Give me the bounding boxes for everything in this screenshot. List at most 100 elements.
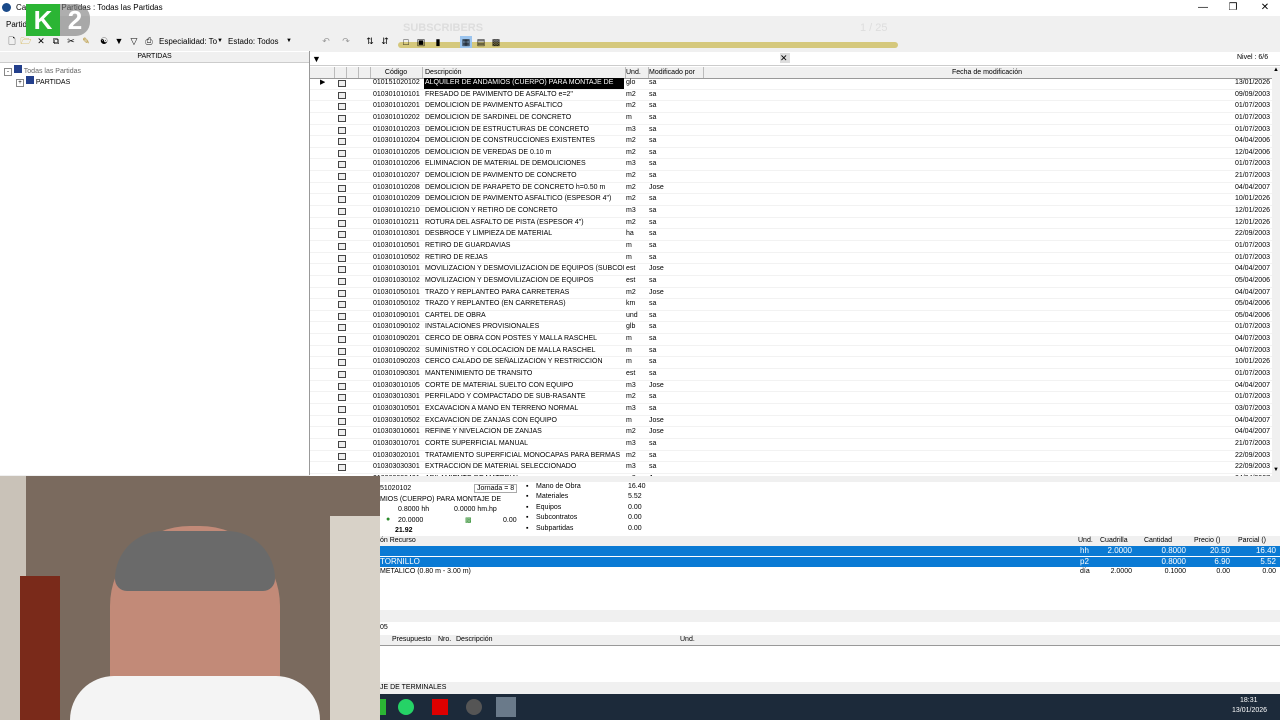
scroll-down-icon[interactable]: ▼ (1273, 467, 1279, 473)
restore-icon[interactable]: ❐ (1218, 1, 1248, 14)
recurso-row[interactable]: METALICO (0.80 m - 3.00 m) día 2.0000 0.100… (380, 567, 1280, 577)
filter-clear-icon[interactable]: ✕ (780, 53, 790, 63)
table-row[interactable]: ▶ 010151020102 ALQUILER DE ANDAMIOS (CUERP… (310, 78, 1272, 90)
col-und[interactable]: Und. (680, 636, 695, 643)
table-row[interactable]: 010303010105 CORTE DE MATERIAL SUELTO CON… (310, 381, 1272, 393)
copy-icon[interactable]: ⧉ (50, 35, 62, 47)
filter-icon[interactable]: ▼ (312, 54, 321, 64)
table-row[interactable]: 010301010210 DEMOLICION Y RETIRO DE CONCR… (310, 206, 1272, 218)
recurso-col-cuadrilla[interactable]: Cuadrilla (1100, 537, 1128, 544)
toolbar-icon[interactable]: ▤ (475, 36, 487, 48)
table-row[interactable]: 010301090201 CERCO DE OBRA CON POSTES Y M… (310, 334, 1272, 346)
undo-icon[interactable]: ↶ (320, 35, 332, 47)
collapse-icon[interactable]: - (4, 68, 12, 76)
header-fecha[interactable]: Fecha de modificación (702, 67, 1273, 78)
chevron-down-icon[interactable]: ▼ (214, 35, 226, 47)
cut-icon[interactable]: ✂ (65, 35, 77, 47)
table-row[interactable]: 010301030102 MOVILIZACION Y DESMOVILIZACI… (310, 276, 1272, 288)
col-descripcion[interactable]: Descripción (456, 636, 493, 643)
cell-modificado: sa (649, 335, 657, 343)
table-row[interactable]: 010301090102 INSTALACIONES PROVISIONALES g… (310, 322, 1272, 335)
table-row[interactable]: 010301030101 MOVILIZACION Y DESMOVILIZACI… (310, 264, 1272, 276)
app-icon[interactable] (380, 699, 386, 715)
print-icon[interactable]: ⎙ (143, 35, 155, 47)
redo-icon[interactable]: ↷ (340, 35, 352, 47)
table-row[interactable]: 010301010204 DEMOLICION DE CONSTRUCCIONES… (310, 136, 1272, 148)
table-row[interactable]: 010301050101 TRAZO Y REPLANTEO PARA CARRE… (310, 288, 1272, 300)
header-modificado[interactable]: Modificado por (647, 67, 704, 78)
table-row[interactable]: 010301010208 DEMOLICION DE PARAPETO DE CO… (310, 183, 1272, 195)
table-row[interactable]: 010301090101 CARTEL DE OBRA und sa 05/04/200… (310, 311, 1272, 323)
table-row[interactable]: 010301010502 RETIRO DE REJAS m sa 01/07/2003 (310, 253, 1272, 265)
scroll-up-icon[interactable]: ▲ (1273, 67, 1279, 73)
bottom-tab[interactable]: 05 (380, 624, 388, 631)
table-row[interactable]: 010301090202 SUMINISTRO Y COLOCACION DE M… (310, 346, 1272, 358)
filter-icon[interactable]: ▼ (113, 35, 125, 47)
toolbar-icon[interactable]: ▩ (490, 36, 502, 48)
tree-child-item[interactable]: + PARTIDAS (16, 76, 70, 87)
recurso-col-desc[interactable]: ón Recurso (380, 537, 416, 544)
delete-icon[interactable]: ✕ (35, 35, 47, 47)
close-icon[interactable]: ✕ (1250, 1, 1280, 14)
table-row[interactable]: 010301010209 DEMOLICION DE PAVIMENTO ASFA… (310, 194, 1272, 207)
header-und[interactable]: Und. (624, 67, 649, 78)
sort-asc-icon[interactable]: ⇅ (364, 35, 376, 47)
table-row[interactable]: 010303010501 EXCAVACION A MANO EN TERRENO… (310, 404, 1272, 416)
expand-icon[interactable]: + (16, 79, 24, 87)
table-row[interactable]: 010301010501 RETIRO DE GUARDAVIAS m sa 01/07… (310, 241, 1272, 253)
jornada-field[interactable]: Jornada = 8 (474, 484, 518, 493)
s10-app-icon[interactable] (496, 697, 516, 717)
toolbar-icon[interactable]: ▦ (460, 36, 472, 48)
table-row[interactable]: 010301050102 TRAZO Y REPLANTEO (EN CARRET… (310, 299, 1272, 311)
table-row[interactable]: 010303010701 CORTE SUPERFICIAL MANUAL m3 sa… (310, 439, 1272, 451)
toolbar-icon[interactable]: ▣ (415, 36, 427, 48)
new-icon[interactable]: 🗋 (6, 35, 18, 47)
table-row[interactable]: 010301090203 CERCO CALADO DE SEÑALIZACIÓN… (310, 357, 1272, 370)
table-row[interactable]: 010303010502 EXCAVACION DE ZANJAS CON EQU… (310, 416, 1272, 428)
table-row[interactable]: 010301010202 DEMOLICION DE SARDINEL DE CO… (310, 113, 1272, 125)
table-row[interactable]: 010301010203 DEMOLICION DE ESTRUCTURAS DE… (310, 125, 1272, 137)
table-row[interactable]: 010301010301 DESBROCE Y LIMPIEZA DE MATER… (310, 229, 1272, 241)
cell-modificado: Jose (649, 288, 664, 296)
estado-select[interactable]: Estado: Todos (228, 37, 279, 47)
table-row[interactable]: 010303010601 REFINE Y NIVELACION DE ZANJA… (310, 427, 1272, 439)
table-row[interactable]: 010301010205 DEMOLICION DE VEREDAS DE 0.1… (310, 148, 1272, 160)
chevron-down-icon[interactable]: ▼ (283, 35, 295, 47)
recurso-col-und[interactable]: Und. (1078, 537, 1093, 544)
col-nro[interactable]: Nro. (438, 636, 451, 643)
partida-icon (338, 266, 346, 274)
binoculars-icon[interactable]: ☯ (98, 35, 110, 47)
table-row[interactable]: 010301010201 DEMOLICION DE PAVIMENTO ASFA… (310, 101, 1272, 113)
minimize-icon[interactable]: — (1188, 1, 1218, 14)
open-folder-icon[interactable]: 🗁 (20, 35, 32, 47)
cell-fecha: 01/07/2003 (1234, 370, 1270, 378)
especialidad-select[interactable]: Especialidad: To (159, 37, 217, 47)
table-row[interactable]: 010303010301 PERFILADO Y COMPACTADO DE SU… (310, 392, 1272, 404)
toolbar-icon[interactable]: ▮ (432, 36, 444, 48)
pdf-icon[interactable] (432, 699, 448, 715)
recorder-icon[interactable] (466, 699, 482, 715)
recurso-col-precio[interactable]: Precio () (1194, 537, 1220, 544)
table-row[interactable]: 010301010207 DEMOLICION DE PAVIMENTO DE C… (310, 171, 1272, 183)
recurso-col-parcial[interactable]: Parcial () (1238, 537, 1266, 544)
sort-desc-icon[interactable]: ⇵ (379, 35, 391, 47)
table-row[interactable]: 010301090301 MANTENIMIENTO DE TRANSITO est… (310, 369, 1272, 381)
recurso-col-cantidad[interactable]: Cantidad (1144, 537, 1172, 544)
edit-icon[interactable]: ✎ (80, 35, 92, 47)
recurso-row[interactable]: hh 2.0000 0.8000 20.50 16.40 (380, 546, 1280, 556)
col-presupuesto[interactable]: Presupuesto (392, 636, 431, 643)
table-row[interactable]: 010301010101 FRESADO DE PAVIMENTO DE ASFA… (310, 90, 1272, 102)
header-descripcion[interactable]: Descripción (423, 67, 626, 78)
table-row[interactable]: 010303030301 EXTRACCION DE MATERIAL SELEC… (310, 462, 1272, 474)
whatsapp-icon[interactable] (398, 699, 414, 715)
table-row[interactable]: 010301010206 ELIMINACION DE MATERIAL DE D… (310, 159, 1272, 172)
recurso-row[interactable]: TORNILLO p2 0.8000 6.90 5.52 (380, 556, 1280, 567)
header-codigo[interactable]: Código (370, 67, 423, 78)
table-row[interactable]: 010301010211 ROTURA DEL ASFALTO DE PISTA … (310, 218, 1272, 230)
tree-root-item[interactable]: - Todas las Partidas (4, 65, 81, 76)
table-row[interactable]: 010303020101 TRATAMIENTO SUPERFICIAL MONO… (310, 451, 1272, 463)
grid-vertical-scrollbar[interactable]: ▲ ▼ (1272, 67, 1280, 476)
toolbar-icon[interactable]: □ (400, 36, 412, 48)
filter-clear-icon[interactable]: ▽ (128, 35, 140, 47)
table-row[interactable]: 010303030401APILAMIENTO DE MATERIALm3Jos… (310, 474, 1272, 476)
